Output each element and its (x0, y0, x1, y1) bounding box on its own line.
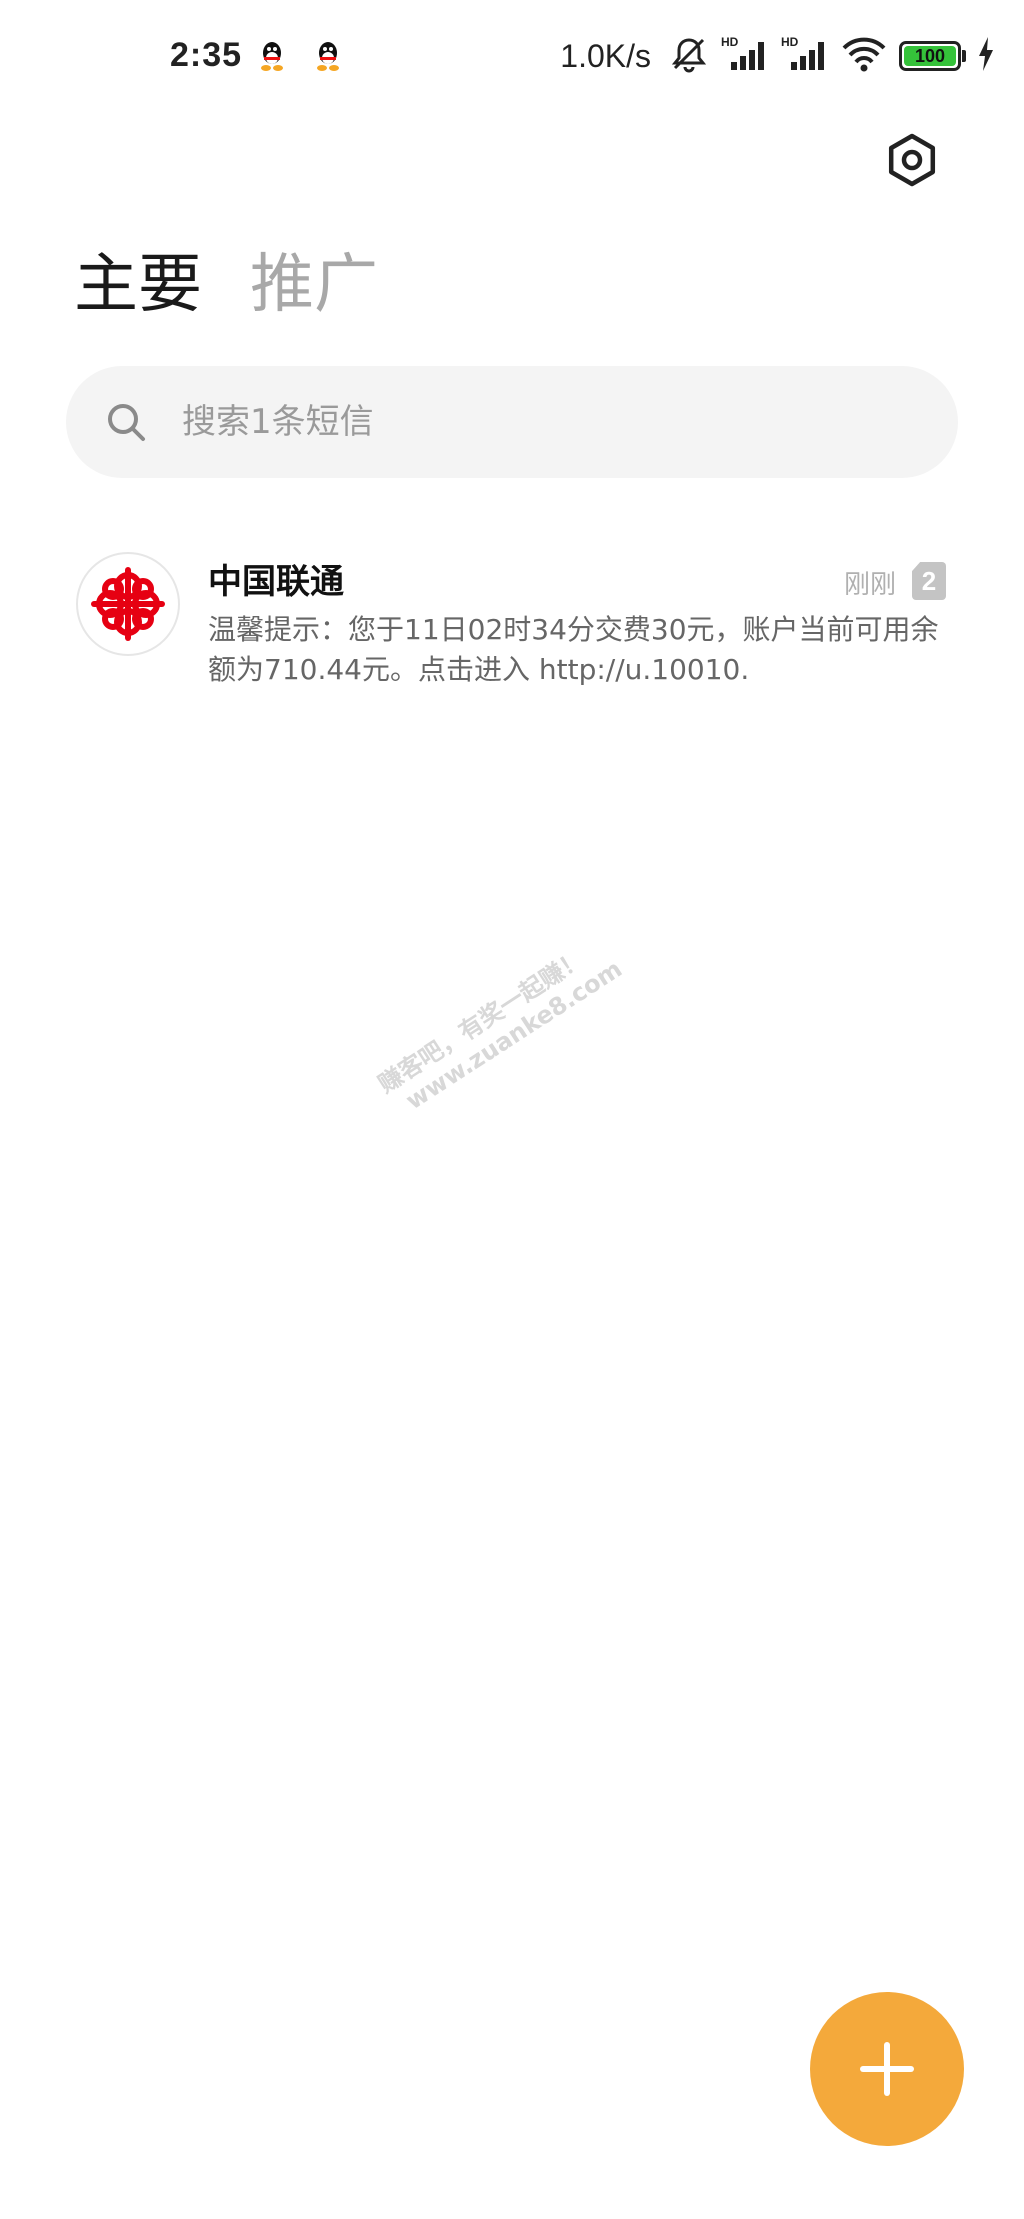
plus-icon (860, 2042, 914, 2096)
status-bar: 2:35 1.0K/s HD HD 100 (0, 0, 1024, 120)
sim-card-badge: 2 (912, 562, 946, 600)
net-speed: 1.0K/s (560, 37, 651, 74)
battery-body: 100 (899, 41, 961, 71)
settings-button[interactable] (880, 128, 944, 192)
hd-signal-icon: HD (781, 34, 829, 78)
message-preview: 温馨提示：您于11日02时34分交费30元，账户当前可用余额为710.44元。点… (208, 613, 939, 686)
status-right: 1.0K/s HD HD 100 (560, 34, 994, 78)
svg-text:HD: HD (781, 35, 799, 49)
settings-icon (888, 133, 936, 187)
watermark-line2: www.zuanke8.com (400, 954, 628, 1116)
search-bar[interactable] (66, 366, 958, 478)
tab-primary[interactable]: 主要 (74, 245, 202, 325)
qq-icon (314, 39, 342, 73)
watermark-line1: 赚客吧，有奖一起赚！ (373, 944, 590, 1099)
qq-icon (258, 39, 286, 73)
battery-level: 100 (914, 45, 946, 66)
hd-signal-icon: HD (721, 34, 769, 78)
search-icon (108, 404, 145, 441)
svg-text:HD: HD (721, 35, 739, 49)
tab-bar: 主要 推广 (74, 245, 378, 325)
wifi-icon (841, 34, 887, 78)
avatar (76, 552, 180, 656)
messages-screen: 2:35 1.0K/s HD HD 100 主要 推广 搜索1条短信 中国联通 … (0, 0, 1024, 2219)
status-time: 2:35 (170, 36, 243, 74)
new-message-button[interactable] (810, 1992, 964, 2146)
search-input[interactable] (180, 401, 884, 443)
conversation-item[interactable]: 中国联通 刚刚 2 温馨提示：您于11日02时34分交费30元，账户当前可用余额… (0, 540, 1024, 710)
watermark: 赚客吧，有奖一起赚！ www.zuanke8.com (370, 925, 627, 1122)
tab-promotions[interactable]: 推广 (250, 245, 378, 325)
battery-nub (962, 50, 966, 62)
mute-bell-icon (669, 34, 709, 78)
status-left: 2:35 (170, 36, 342, 75)
conversation-time: 刚刚 (843, 570, 896, 600)
charging-icon (978, 37, 994, 75)
china-unicom-logo-icon (91, 567, 165, 641)
battery-icon: 100 (899, 41, 966, 71)
sender-name: 中国联通 (208, 562, 344, 602)
